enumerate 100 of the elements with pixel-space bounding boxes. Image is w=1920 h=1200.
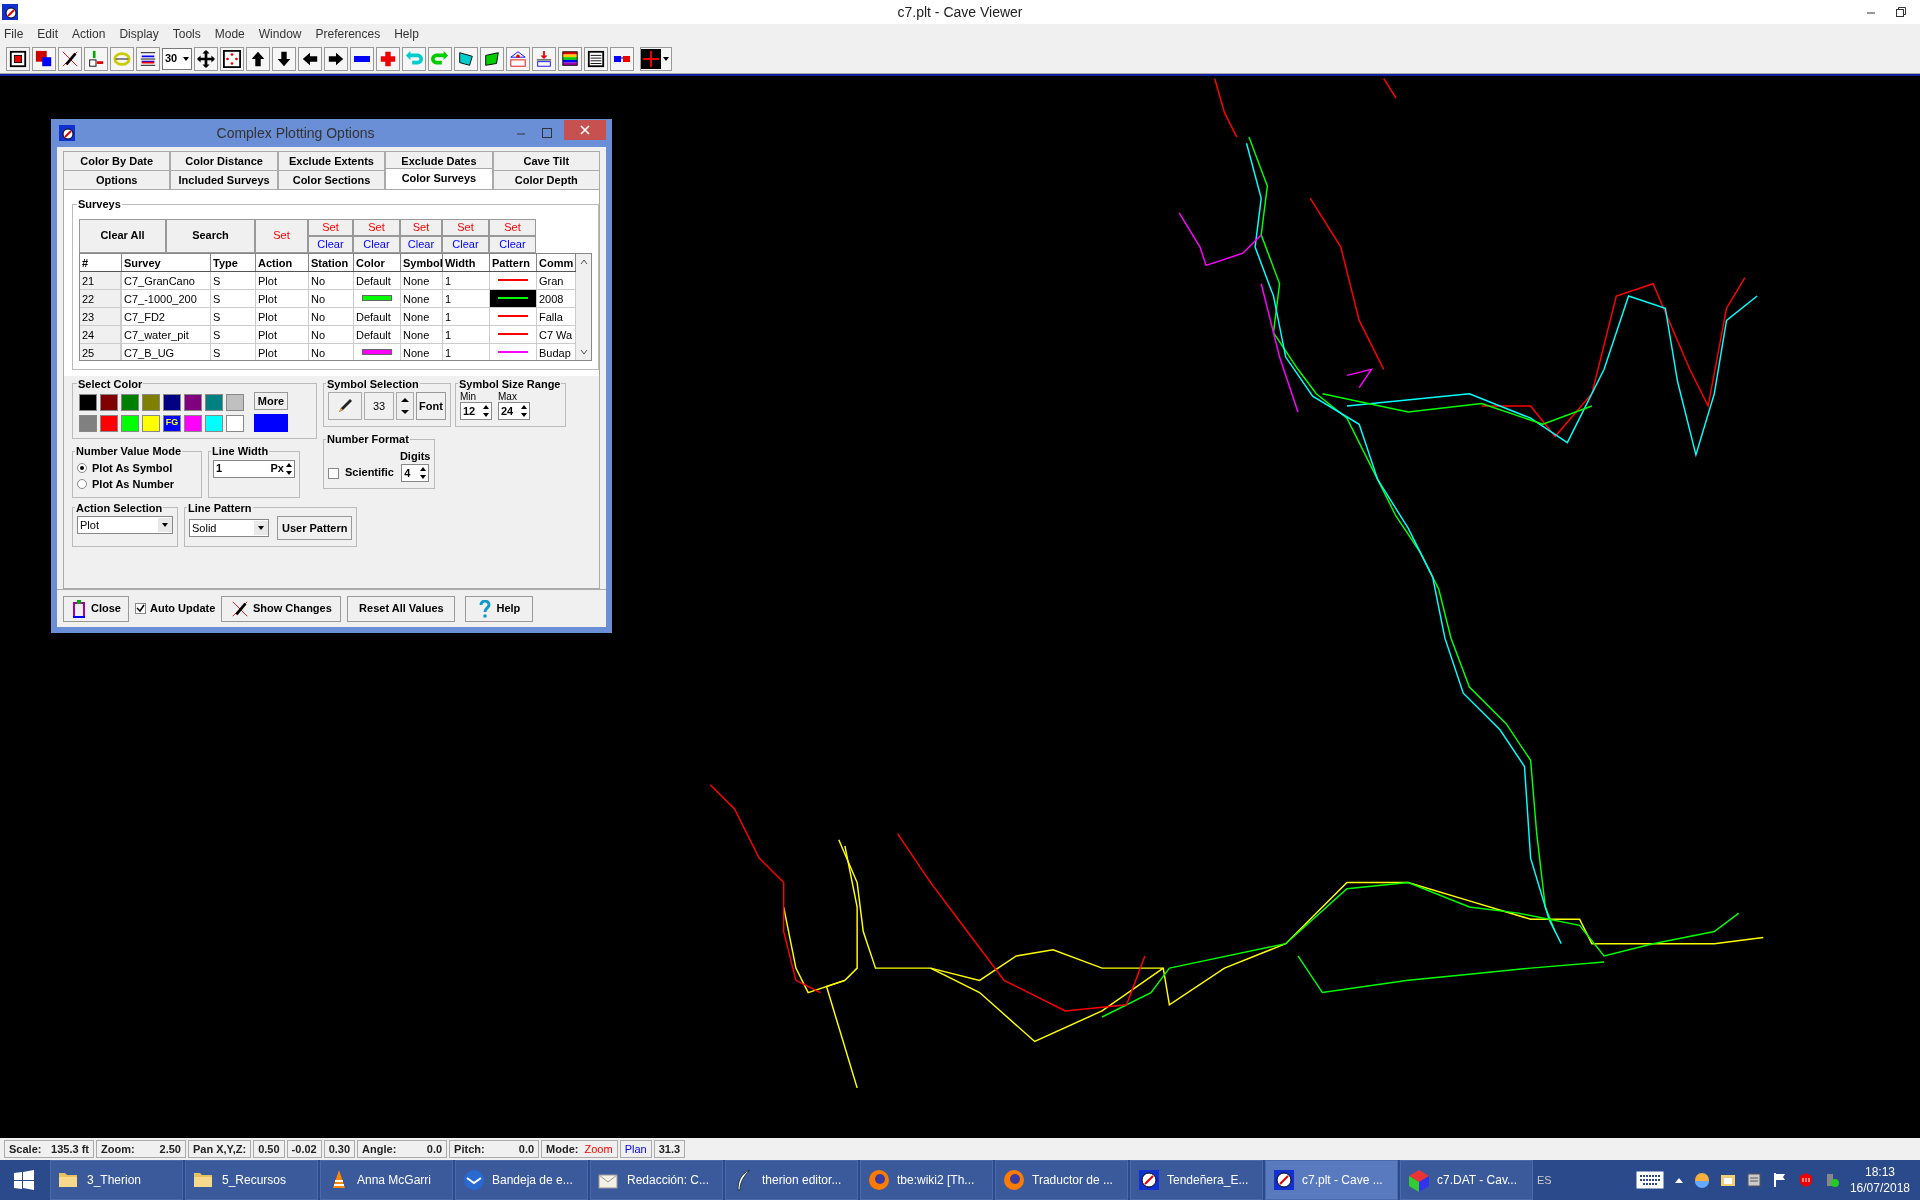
- toolbar-button[interactable]: [246, 46, 270, 71]
- menu-item[interactable]: Action: [72, 25, 106, 43]
- chevron-down-icon[interactable]: [579, 347, 588, 356]
- toolbar-button[interactable]: [298, 46, 322, 71]
- button[interactable]: Close: [63, 595, 129, 622]
- tab[interactable]: Color Distance: [170, 151, 278, 170]
- radio-button[interactable]: [77, 462, 87, 473]
- button[interactable]: Show Changes: [221, 595, 342, 622]
- toolbar-button[interactable]: [272, 46, 296, 71]
- button[interactable]: Clear All: [79, 218, 166, 253]
- taskbar-button[interactable]: Tendeñera_E...: [1130, 1160, 1263, 1200]
- column-header[interactable]: Symbol: [401, 253, 443, 271]
- button[interactable]: Reset All Values: [347, 595, 456, 622]
- toolbar-button[interactable]: [480, 46, 504, 71]
- language-indicator[interactable]: ES: [1537, 1171, 1552, 1189]
- digits-field[interactable]: 4: [401, 464, 430, 482]
- button[interactable]: Set: [442, 218, 489, 236]
- taskbar-button[interactable]: 5_Recursos: [185, 1160, 318, 1200]
- toolbar-button[interactable]: [558, 46, 582, 71]
- folder-icon[interactable]: [1719, 1172, 1736, 1188]
- radio-button[interactable]: [77, 479, 87, 490]
- color-swatch[interactable]: [79, 394, 97, 411]
- checkbox[interactable]: [328, 468, 339, 479]
- chevron-up-icon[interactable]: [1673, 1176, 1684, 1184]
- toolbar-button[interactable]: [350, 46, 374, 71]
- column-header[interactable]: Type: [211, 253, 256, 271]
- toolbar-button[interactable]: [6, 46, 30, 71]
- color-swatch[interactable]: [121, 394, 139, 411]
- button[interactable]: More: [254, 392, 288, 410]
- color-swatch[interactable]: [100, 394, 118, 411]
- tab[interactable]: Color By Date: [63, 151, 171, 170]
- toolbar-button[interactable]: [194, 46, 218, 71]
- spinner-icon[interactable]: [418, 465, 429, 481]
- scrollbar[interactable]: [576, 253, 591, 360]
- color-swatch[interactable]: [79, 414, 97, 432]
- chevron-up-icon[interactable]: [579, 257, 588, 266]
- menu-item[interactable]: Mode: [214, 25, 245, 43]
- button[interactable]: Set: [255, 218, 308, 253]
- color-swatch[interactable]: [142, 414, 160, 432]
- spin-field[interactable]: 12: [460, 402, 492, 420]
- spin-field[interactable]: 24: [498, 402, 530, 420]
- taskbar-button[interactable]: therion editor...: [725, 1160, 858, 1200]
- menu-item[interactable]: Tools: [172, 25, 201, 43]
- color-swatch[interactable]: [184, 394, 202, 411]
- taskbar-button[interactable]: Redacción: C...: [590, 1160, 723, 1200]
- close-button[interactable]: [564, 120, 606, 140]
- color-swatch[interactable]: [142, 394, 160, 411]
- taskbar-button[interactable]: c7.DAT - Cav...: [1400, 1160, 1533, 1200]
- taskbar-button[interactable]: Traductor de ...: [995, 1160, 1128, 1200]
- column-header[interactable]: Survey: [122, 253, 211, 271]
- checkbox[interactable]: [135, 603, 146, 614]
- restore-icon[interactable]: [1896, 7, 1906, 17]
- toolbar-button[interactable]: [136, 46, 160, 71]
- tab[interactable]: Options: [63, 170, 171, 189]
- color-swatch[interactable]: [100, 414, 118, 432]
- button[interactable]: Help: [465, 595, 534, 622]
- button[interactable]: Set: [308, 218, 353, 236]
- toolbar-button[interactable]: [324, 46, 348, 71]
- toolbar-button[interactable]: [84, 46, 108, 71]
- color-swatch[interactable]: [163, 394, 181, 411]
- symbol-button[interactable]: [328, 392, 362, 420]
- dropdown[interactable]: Plot: [77, 516, 173, 534]
- button[interactable]: User Pattern: [277, 516, 353, 540]
- flag-icon[interactable]: [1771, 1172, 1788, 1188]
- taskbar-button[interactable]: Bandeja de e...: [455, 1160, 588, 1200]
- column-header[interactable]: Color: [354, 253, 401, 271]
- menu-item[interactable]: Edit: [37, 25, 59, 43]
- color-swatch[interactable]: FG: [163, 414, 181, 432]
- toolbar-button[interactable]: [454, 46, 478, 71]
- toolbar-button[interactable]: [32, 46, 56, 71]
- crosshair-dropdown[interactable]: [640, 46, 672, 71]
- menu-item[interactable]: Help: [394, 25, 419, 43]
- column-header[interactable]: Width: [443, 253, 490, 271]
- spinner-icon[interactable]: [396, 392, 414, 420]
- tab[interactable]: Included Surveys: [170, 170, 278, 189]
- toolbar-button[interactable]: [58, 46, 82, 71]
- column-header[interactable]: Station: [309, 253, 354, 271]
- column-header[interactable]: Pattern: [490, 253, 537, 271]
- button[interactable]: Set: [400, 218, 442, 236]
- color-swatch[interactable]: [226, 394, 244, 411]
- tab[interactable]: Color Sections: [277, 170, 386, 189]
- taskbar-button[interactable]: c7.plt - Cave ...: [1265, 1160, 1398, 1200]
- maximize-icon[interactable]: [542, 128, 552, 138]
- color-swatch[interactable]: [205, 414, 223, 432]
- zoom-dropdown[interactable]: 30: [162, 47, 192, 70]
- dropdown[interactable]: Solid: [189, 519, 269, 537]
- column-header[interactable]: Action: [256, 253, 309, 271]
- taskbar-button[interactable]: 3_Therion: [50, 1160, 183, 1200]
- color-swatch[interactable]: [121, 414, 139, 432]
- taskbar-button[interactable]: Anna McGarri: [320, 1160, 453, 1200]
- toolbar-button[interactable]: [584, 46, 608, 71]
- column-header[interactable]: #: [80, 253, 122, 271]
- toolbar-button[interactable]: [532, 46, 556, 71]
- toolbar-button[interactable]: [610, 46, 634, 71]
- color-swatch[interactable]: [205, 394, 223, 411]
- line-width-field[interactable]: 1 Px: [213, 459, 295, 478]
- tab[interactable]: Exclude Extents: [277, 151, 386, 170]
- toolbar-button[interactable]: [220, 46, 244, 71]
- tab[interactable]: Color Surveys: [385, 168, 493, 189]
- button[interactable]: Search: [166, 218, 255, 253]
